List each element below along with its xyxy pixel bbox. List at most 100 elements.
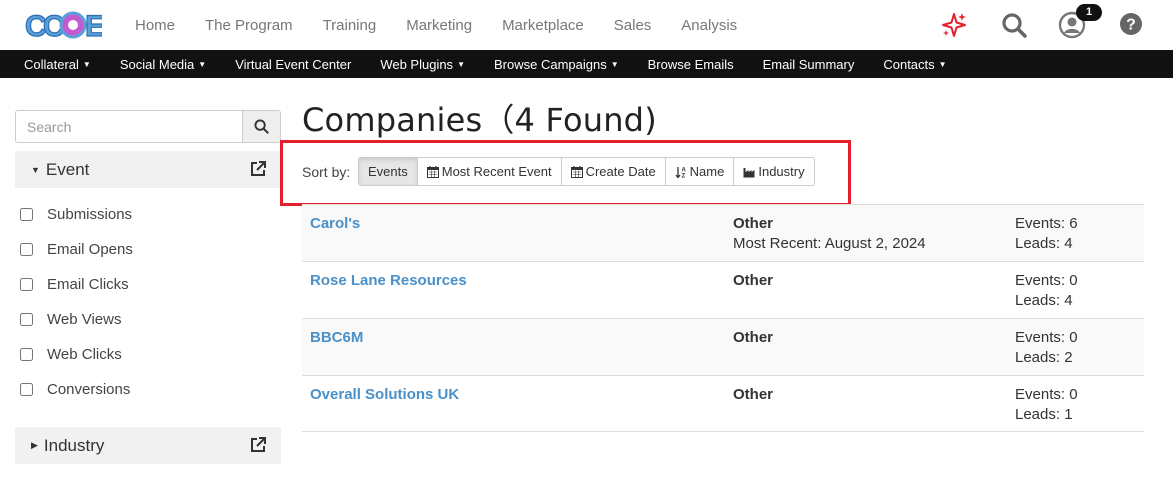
sort-button-label: Name — [689, 164, 725, 179]
subnav-social-media[interactable]: Social Media ▼ — [120, 57, 206, 72]
subnav-browse-campaigns[interactable]: Browse Campaigns ▼ — [494, 57, 619, 72]
company-leads: Leads: 2 — [1015, 349, 1073, 366]
filter-web-clicks[interactable]: Web Clicks — [20, 346, 122, 363]
sort-create-date-button[interactable]: Create Date — [560, 157, 666, 186]
subnav-collateral[interactable]: Collateral ▼ — [24, 57, 91, 72]
company-leads: Leads: 4 — [1015, 292, 1073, 309]
subnav-label: Email Summary — [762, 56, 855, 72]
company-events: Events: 0 — [1015, 272, 1078, 289]
ccoe-logo[interactable]: C C E — [24, 5, 102, 45]
nav-training[interactable]: Training — [323, 17, 377, 34]
checkbox[interactable] — [20, 383, 33, 396]
event-panel-header[interactable]: ▼ Event — [15, 151, 281, 188]
subnav-label: Browse Emails — [647, 56, 734, 72]
sort-events-button[interactable]: Events — [358, 157, 418, 186]
company-industry: Other — [733, 386, 774, 403]
top-navbar: C C E Home The Program Training Marketin… — [0, 0, 1173, 50]
search-icon — [254, 119, 269, 134]
main-menu: Home The Program Training Marketing Mark… — [120, 0, 752, 50]
search-button[interactable] — [242, 111, 280, 142]
company-industry: Other — [733, 215, 774, 232]
filter-conversions[interactable]: Conversions — [20, 381, 130, 398]
filter-web-views[interactable]: Web Views — [20, 311, 121, 328]
table-row: Overall Solutions UK Other Events: 0 Lea… — [302, 375, 1144, 432]
industry-panel-header[interactable]: ▶ Industry — [15, 427, 281, 464]
nav-home[interactable]: Home — [135, 17, 175, 34]
company-name-link[interactable]: Rose Lane Resources — [310, 272, 467, 289]
checkbox[interactable] — [20, 243, 33, 256]
nav-sales[interactable]: Sales — [614, 17, 652, 34]
checkbox[interactable] — [20, 208, 33, 221]
calendar-icon — [570, 165, 583, 178]
companies-table: Carol's Other Most Recent: August 2, 202… — [302, 204, 1144, 432]
svg-text:Z: Z — [681, 173, 685, 178]
subnav-label: Browse Campaigns — [493, 56, 607, 72]
subnav-email-summary[interactable]: Email Summary — [763, 57, 855, 72]
chevron-down-icon: ▼ — [82, 59, 91, 69]
chevron-down-icon: ▼ — [198, 59, 207, 69]
industry-panel-title: Industry — [43, 435, 105, 455]
event-panel-title: Event — [45, 159, 90, 179]
sort-name-button[interactable]: A Z Name — [664, 157, 735, 186]
subnav-label: Collateral — [24, 56, 79, 72]
external-link-icon[interactable] — [249, 160, 267, 178]
subnav-label: Contacts — [883, 56, 935, 72]
checkbox[interactable] — [20, 313, 33, 326]
sort-industry-button[interactable]: Industry — [733, 157, 815, 186]
subnav-label: Web Plugins — [380, 56, 454, 72]
sort-label: Sort by: — [302, 164, 351, 180]
company-industry: Other — [733, 329, 774, 346]
nav-marketplace[interactable]: Marketplace — [502, 17, 584, 34]
company-name-link[interactable]: Carol's — [310, 215, 360, 232]
nav-the-program[interactable]: The Program — [205, 17, 293, 34]
subnav-contacts[interactable]: Contacts ▼ — [883, 57, 946, 72]
company-events: Events: 0 — [1015, 386, 1078, 403]
filter-email-clicks[interactable]: Email Clicks — [20, 276, 129, 293]
sort-button-label: Most Recent Event — [441, 164, 552, 179]
svg-text:E: E — [85, 10, 102, 43]
sort-button-label: Create Date — [585, 164, 656, 179]
page-title: Companies（4 Found) — [302, 101, 657, 139]
search-icon[interactable] — [1001, 12, 1027, 38]
filter-submissions[interactable]: Submissions — [20, 206, 132, 223]
subnav-label: Social Media — [119, 56, 195, 72]
sort-button-label: Industry — [758, 164, 805, 179]
company-name-link[interactable]: Overall Solutions UK — [310, 386, 459, 403]
company-leads: Leads: 1 — [1015, 406, 1073, 423]
nav-analysis[interactable]: Analysis — [681, 17, 737, 34]
filter-label: Email Opens — [47, 241, 133, 258]
checkbox[interactable] — [20, 348, 33, 361]
subnav-label: Virtual Event Center — [235, 56, 352, 72]
nav-marketing[interactable]: Marketing — [406, 17, 472, 34]
filter-email-opens[interactable]: Email Opens — [20, 241, 133, 258]
filter-label: Submissions — [47, 206, 133, 223]
secondary-navbar: Collateral ▼ Social Media ▼ Virtual Event … — [0, 50, 1173, 78]
sidebar-search — [15, 110, 281, 143]
company-industry: Other — [733, 272, 774, 289]
search-input[interactable] — [16, 111, 242, 142]
svg-text:?: ? — [1126, 17, 1136, 34]
external-link-icon[interactable] — [249, 436, 267, 454]
sparkle-icon[interactable] — [940, 11, 968, 39]
chevron-down-icon: ▼ — [938, 59, 947, 69]
sort-most-recent-event-button[interactable]: Most Recent Event — [416, 157, 562, 186]
company-name-link[interactable]: BBC6M — [310, 329, 363, 346]
help-icon[interactable]: ? — [1119, 12, 1143, 36]
chevron-down-icon: ▼ — [457, 59, 465, 69]
company-most-recent: Most Recent: August 2, 2024 — [733, 235, 926, 252]
filter-label: Web Clicks — [47, 346, 122, 363]
notification-badge[interactable]: 1 — [1076, 4, 1102, 21]
sort-button-group: Events Most Recent Event Create Date A Z… — [358, 157, 815, 186]
industry-icon — [743, 167, 755, 177]
subnav-browse-emails[interactable]: Browse Emails — [648, 57, 734, 72]
chevron-down-icon: ▼ — [610, 59, 619, 69]
company-leads: Leads: 4 — [1015, 235, 1073, 252]
subnav-web-plugins[interactable]: Web Plugins ▼ — [380, 57, 465, 72]
subnav-virtual-event-center[interactable]: Virtual Event Center — [235, 57, 351, 72]
filter-label: Email Clicks — [47, 276, 129, 293]
caret-right-icon: ▶ — [31, 440, 38, 450]
caret-down-icon: ▼ — [31, 164, 40, 175]
sort-alpha-icon: A Z — [675, 166, 686, 178]
filter-label: Web Views — [47, 311, 122, 328]
checkbox[interactable] — [20, 278, 33, 291]
